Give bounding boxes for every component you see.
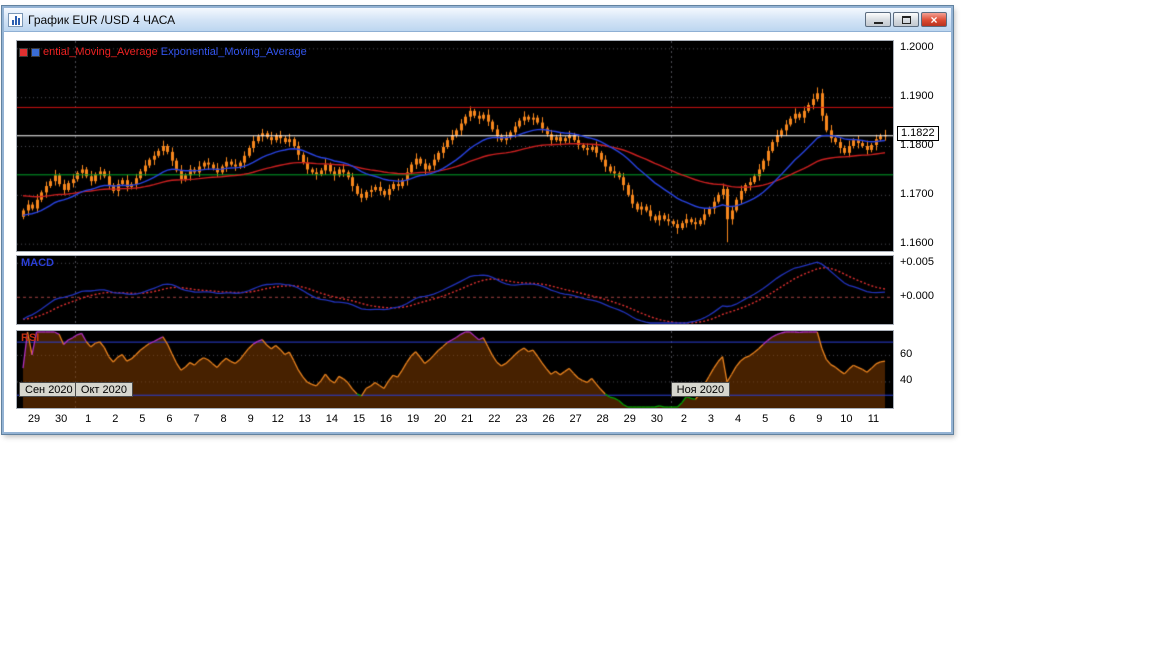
maximize-icon	[901, 15, 911, 24]
maximize-button[interactable]	[893, 12, 919, 27]
window-chart-icon	[8, 12, 23, 27]
x-axis-day-label: 2	[680, 413, 687, 425]
month-marker-nov: Ноя 2020	[670, 382, 731, 397]
x-axis-day-label: 29	[27, 413, 41, 425]
minimize-icon	[873, 22, 883, 24]
rsi-panel	[16, 330, 894, 409]
price-axis: 1.1822 1.2000 1.1900 1.1800 1.1700 1.1600	[897, 40, 953, 252]
month-marker-oct: Окт 2020	[74, 382, 133, 397]
x-axis-day-label: 21	[461, 413, 474, 425]
price-chart-canvas[interactable]	[17, 41, 893, 251]
minimize-button[interactable]	[865, 12, 891, 27]
x-axis-day-label: 12	[271, 413, 284, 425]
x-axis-day-label: 19	[407, 413, 420, 425]
x-axis-day-label: 13	[298, 413, 311, 425]
x-axis-day-label: 28	[596, 413, 609, 425]
x-axis-day-label: 4	[735, 413, 742, 425]
x-axis-day-label: 5	[139, 413, 146, 425]
current-price-box: 1.1822	[897, 126, 939, 142]
chart-window: График EUR /USD 4 ЧАСА × ential_Moving_A…	[2, 6, 953, 434]
close-button[interactable]: ×	[921, 12, 947, 27]
x-axis-day-label: 1	[85, 413, 92, 425]
price-axis-label: 1.2000	[900, 41, 934, 54]
x-axis-day-label: 9	[816, 413, 823, 425]
macd-axis-label: +0.000	[900, 289, 934, 302]
ema-red-swatch-icon	[19, 47, 28, 57]
macd-axis-label: +0.005	[900, 255, 934, 268]
rsi-axis: 60 40	[897, 330, 953, 409]
x-axis-day-label: 22	[488, 413, 501, 425]
x-axis-day-label: 27	[569, 413, 582, 425]
x-axis-day-label: 8	[220, 413, 227, 425]
macd-label: MACD	[21, 257, 54, 269]
x-axis-day-label: 26	[542, 413, 555, 425]
x-axis-day-label: 29	[623, 413, 636, 425]
ema-blue-legend-label: Exponential_Moving_Average	[160, 46, 307, 58]
x-axis-day-label: 30	[54, 413, 68, 425]
price-axis-label: 1.1600	[900, 236, 934, 249]
macd-panel	[16, 255, 894, 325]
x-axis-day-label: 15	[352, 413, 366, 425]
indicator-legend: ential_Moving_Average Exponential_Moving_…	[19, 46, 307, 58]
titlebar[interactable]: График EUR /USD 4 ЧАСА ×	[4, 8, 951, 32]
x-axis-day-label: 6	[166, 413, 173, 425]
x-axis-day-label: 10	[840, 413, 853, 425]
price-chart-panel	[16, 40, 894, 252]
rsi-axis-label: 40	[900, 374, 913, 387]
x-axis-day-label: 5	[762, 413, 769, 425]
month-marker-sep: Сен 2020	[19, 382, 79, 397]
rsi-canvas[interactable]	[17, 331, 893, 408]
x-axis-day-label: 7	[193, 413, 200, 425]
ema-blue-swatch-icon	[31, 47, 40, 57]
ema-red-legend-label: ential_Moving_Average	[43, 46, 158, 58]
x-axis-day-label: 16	[379, 413, 393, 425]
x-axis-day-label: 9	[247, 413, 254, 425]
rsi-axis-label: 60	[900, 347, 913, 360]
macd-canvas[interactable]	[17, 256, 893, 324]
x-axis-day-label: 23	[515, 413, 528, 425]
x-axis-day-label: 3	[707, 413, 715, 425]
time-axis: 29 30 1 2 5 6 7 8 9 12 13 14 15 16 19 20 21 22 23 26 27 28 29 3…	[17, 412, 895, 428]
x-axis-day-label: 11	[867, 413, 880, 425]
x-axis-day-label: 2	[112, 413, 119, 425]
rsi-label: RSI	[21, 332, 40, 344]
window-title: График EUR /USD 4 ЧАСА	[28, 12, 176, 27]
x-axis-day-label: 6	[789, 413, 796, 425]
x-axis-day-label: 20	[434, 413, 447, 425]
price-axis-label: 1.1900	[900, 90, 934, 103]
price-axis-label: 1.1700	[900, 187, 934, 200]
x-axis-day-label: 14	[325, 413, 338, 425]
macd-axis: +0.005 +0.000	[897, 255, 953, 325]
window-controls: ×	[865, 12, 947, 27]
x-axis-day-label: 30	[650, 413, 663, 425]
